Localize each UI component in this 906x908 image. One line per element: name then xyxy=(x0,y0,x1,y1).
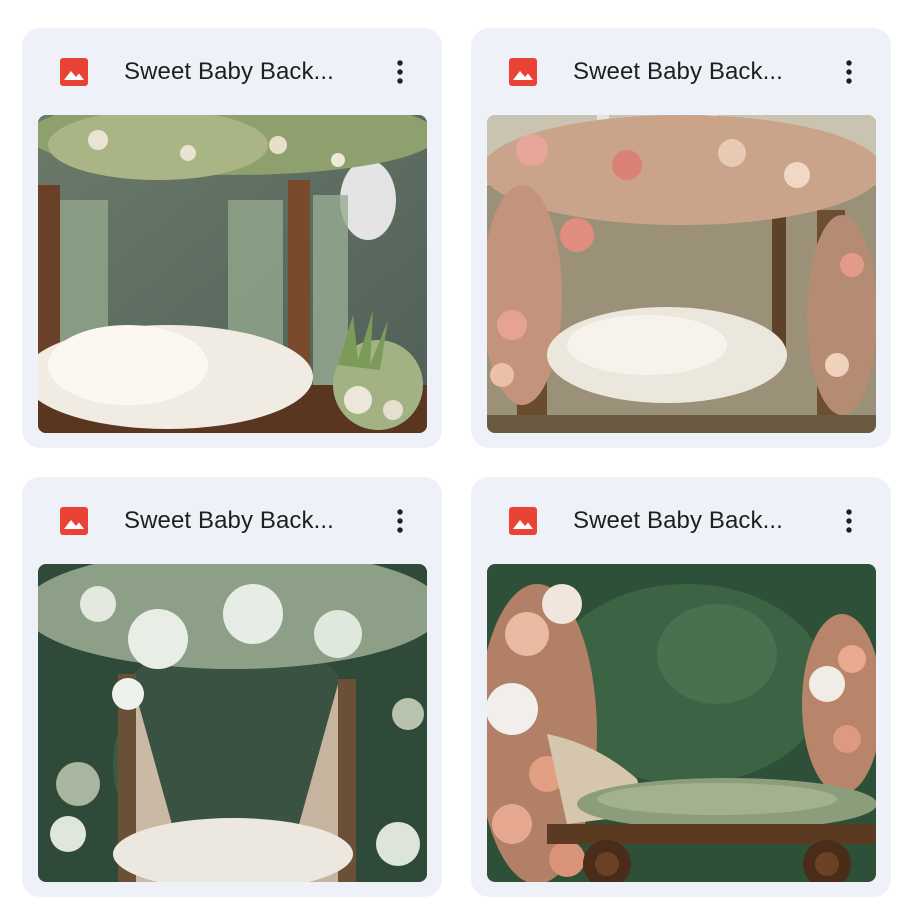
file-card[interactable]: Sweet Baby Back... xyxy=(22,477,442,897)
file-card-header: Sweet Baby Back... xyxy=(22,477,442,564)
file-thumbnail[interactable] xyxy=(38,115,427,433)
file-card-header: Sweet Baby Back... xyxy=(471,477,891,564)
file-card[interactable]: Sweet Baby Back... xyxy=(22,28,442,448)
more-vert-icon[interactable] xyxy=(829,501,869,541)
file-grid: Sweet Baby Back... Sweet Baby Back... Sw… xyxy=(0,0,906,908)
image-file-icon xyxy=(509,507,537,535)
file-card[interactable]: Sweet Baby Back... xyxy=(471,28,891,448)
file-title: Sweet Baby Back... xyxy=(573,507,783,534)
file-card-header: Sweet Baby Back... xyxy=(22,28,442,115)
file-card[interactable]: Sweet Baby Back... xyxy=(471,477,891,897)
file-title: Sweet Baby Back... xyxy=(124,507,334,534)
image-file-icon xyxy=(60,507,88,535)
more-vert-icon[interactable] xyxy=(829,52,869,92)
more-vert-icon[interactable] xyxy=(380,52,420,92)
file-title: Sweet Baby Back... xyxy=(573,58,783,85)
image-file-icon xyxy=(60,58,88,86)
more-vert-icon[interactable] xyxy=(380,501,420,541)
file-thumbnail[interactable] xyxy=(38,564,427,882)
image-file-icon xyxy=(509,58,537,86)
file-card-header: Sweet Baby Back... xyxy=(471,28,891,115)
file-title: Sweet Baby Back... xyxy=(124,58,334,85)
file-thumbnail[interactable] xyxy=(487,564,876,882)
file-thumbnail[interactable] xyxy=(487,115,876,433)
